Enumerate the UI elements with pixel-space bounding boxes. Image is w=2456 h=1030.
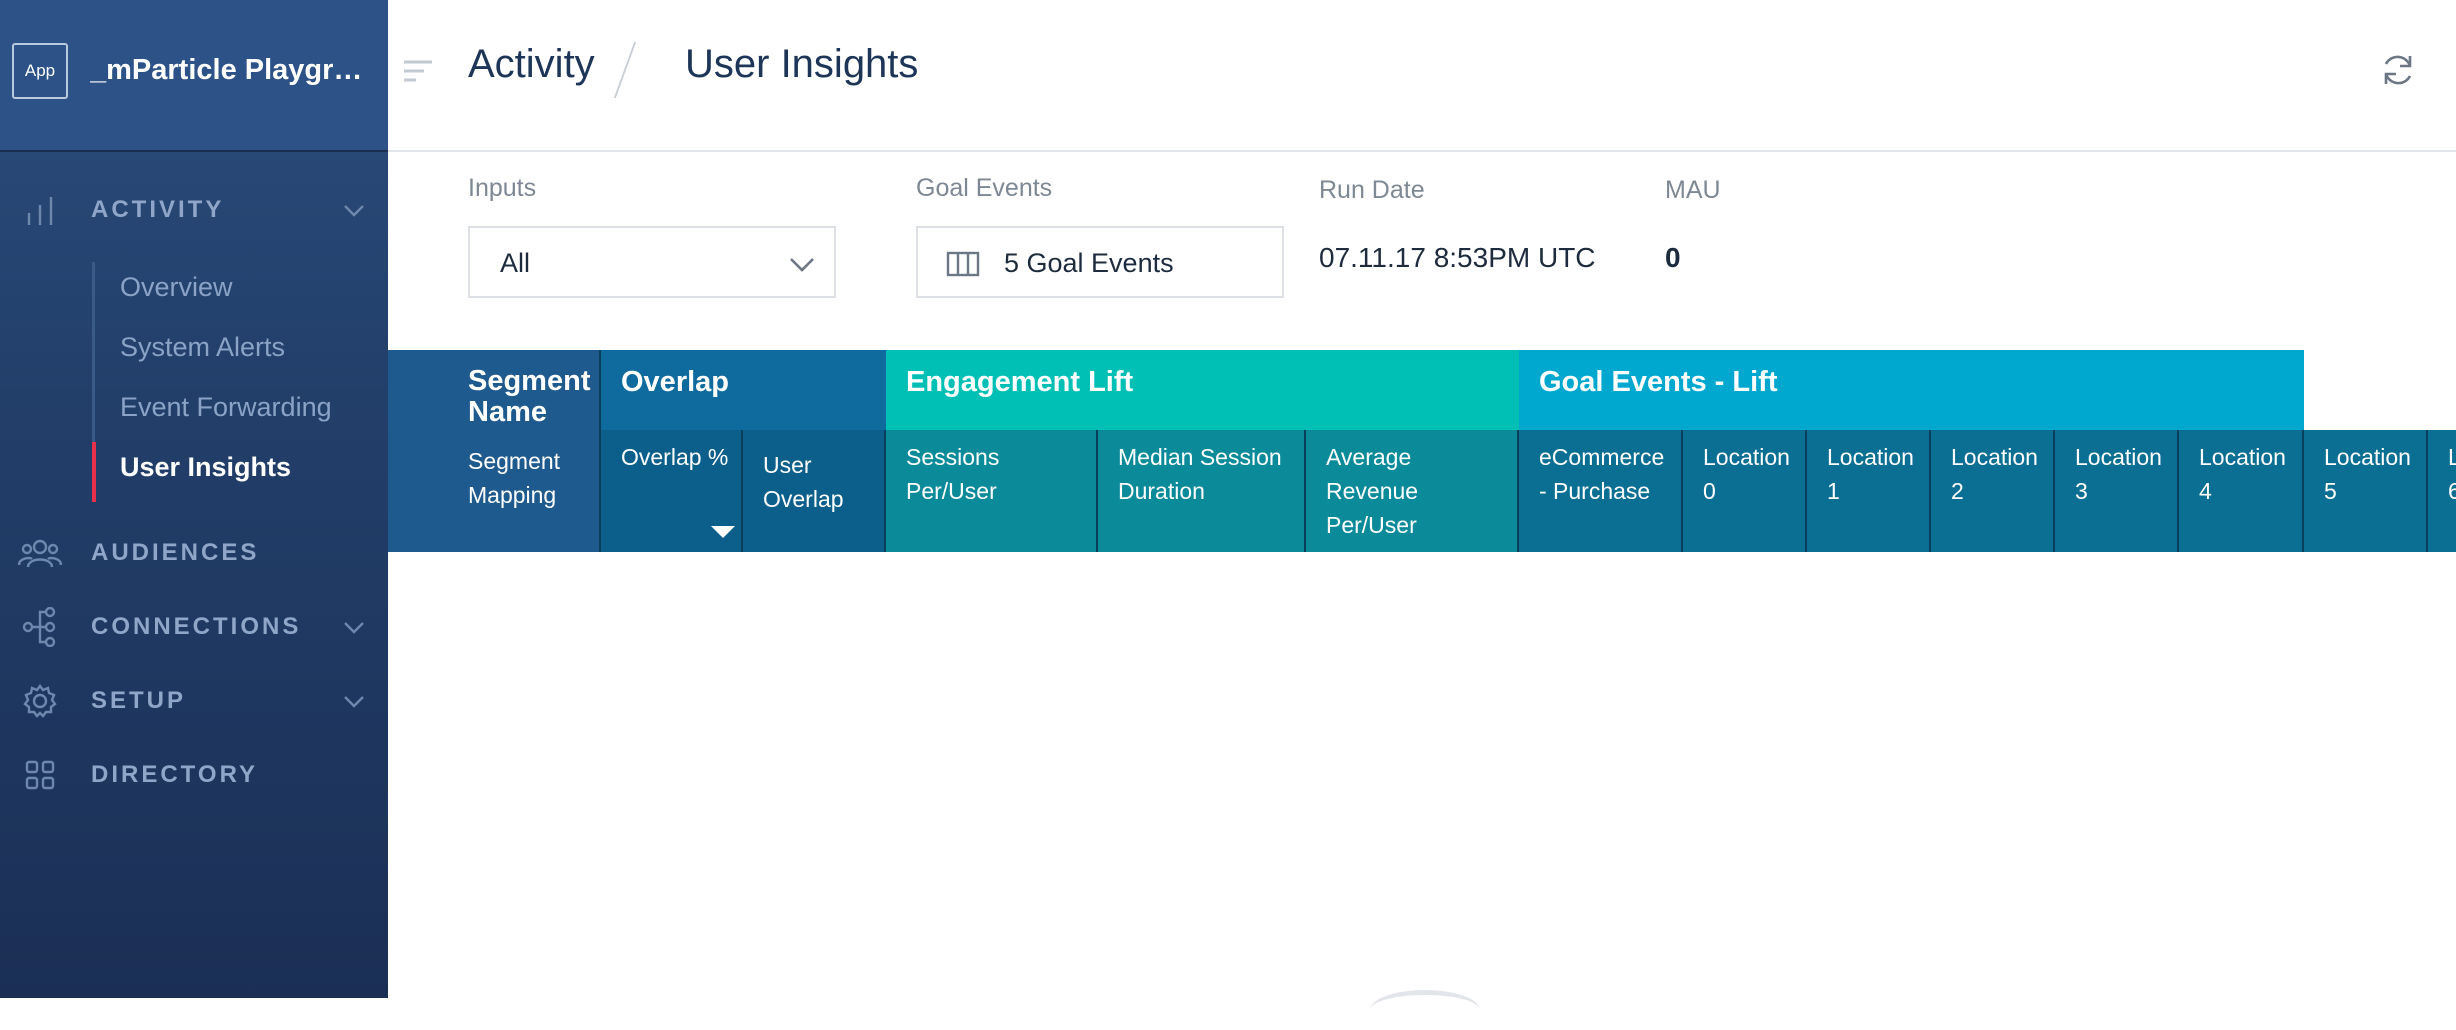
run-date-label: Run Date (1319, 176, 1425, 204)
goal-events-lift-group-header: Goal Events - Lift (1519, 350, 2304, 430)
breadcrumb-parent[interactable]: Activity (468, 42, 595, 87)
nav-label-connections: CONNECTIONS (91, 613, 302, 640)
goal-col-location-1[interactable]: Location 1 (1807, 430, 1931, 552)
connections-icon (18, 605, 62, 649)
workspace-name[interactable]: _mParticle Playgro... (90, 54, 370, 87)
average-revenue-per-user-header[interactable]: Average Revenue Per/User (1306, 430, 1519, 552)
nav-label-audiences: AUDIENCES (91, 539, 260, 566)
goal-col-location-6[interactable]: Location 6 (2428, 430, 2456, 552)
app-badge: App (12, 43, 68, 99)
goal-events-value: 5 Goal Events (1004, 248, 1174, 278)
sidebar: App _mParticle Playgro... ACTIVITY Overv… (0, 0, 388, 998)
inputs-select-value: All (500, 248, 531, 278)
mau-value: 0 (1665, 242, 1681, 273)
goal-events-button[interactable]: 5 Goal Events (916, 226, 1284, 298)
users-icon (18, 531, 62, 575)
sessions-per-user-header[interactable]: Sessions Per/User (886, 430, 1098, 552)
goal-col-ecommerce-purchase[interactable]: eCommerce - Purchase (1519, 430, 1683, 552)
nav-label-setup: SETUP (91, 687, 187, 714)
grid-icon (18, 753, 62, 797)
chevron-down-icon[interactable] (342, 615, 366, 639)
refresh-icon[interactable] (2380, 52, 2416, 88)
goal-col-location-3[interactable]: Location 3 (2055, 430, 2179, 552)
chevron-down-icon (788, 252, 816, 276)
sidebar-item-user-insights[interactable]: User Insights (120, 452, 291, 483)
active-indicator (92, 442, 96, 502)
nav-label-directory: DIRECTORY (91, 761, 259, 788)
inputs-select[interactable]: All (468, 226, 836, 298)
chevron-down-icon[interactable] (342, 689, 366, 713)
inputs-label: Inputs (468, 174, 537, 202)
goal-col-location-5[interactable]: Location 5 (2304, 430, 2428, 552)
nav-directory[interactable]: DIRECTORY (0, 745, 388, 805)
median-session-duration-header[interactable]: Median Session Duration (1098, 430, 1306, 552)
chevron-down-icon[interactable] (342, 198, 366, 222)
nav-setup[interactable]: SETUP (0, 671, 388, 731)
mau-label: MAU (1665, 176, 1721, 204)
user-overlap-header[interactable]: User Overlap (743, 430, 886, 552)
activity-subnav: Overview System Alerts Event Forwarding … (92, 262, 388, 502)
nav-activity[interactable]: ACTIVITY (0, 180, 388, 240)
sort-desc-icon[interactable] (711, 526, 735, 538)
top-bar: Activity User Insights (388, 0, 2456, 152)
sidebar-item-event-forwarding[interactable]: Event Forwarding (120, 392, 332, 423)
engagement-lift-group-header: Engagement Lift (886, 350, 1519, 430)
menu-icon[interactable] (402, 58, 434, 86)
goal-col-location-0[interactable]: Location 0 (1683, 430, 1807, 552)
nav-connections[interactable]: CONNECTIONS (0, 597, 388, 657)
overlap-percent-header[interactable]: Overlap % (601, 430, 743, 552)
page-title: User Insights (685, 42, 919, 86)
segment-mapping-header[interactable]: Segment Mapping (468, 444, 598, 512)
nav-audiences[interactable]: AUDIENCES (0, 523, 388, 583)
overlap-group-header: Overlap (601, 350, 886, 430)
sidebar-item-overview[interactable]: Overview (120, 272, 233, 303)
goal-col-location-2[interactable]: Location 2 (1931, 430, 2055, 552)
goal-events-label: Goal Events (916, 174, 1053, 202)
columns-icon (946, 250, 980, 278)
loading-spinner (1370, 990, 1480, 1030)
breadcrumb-separator (613, 42, 637, 98)
run-date-value: 07.11.17 8:53PM UTC (1319, 242, 1596, 273)
insights-table-header: Segment Name Segment Mapping Overlap Ove… (388, 350, 2456, 552)
bar-chart-icon (18, 188, 62, 232)
nav-label-activity: ACTIVITY (91, 196, 225, 223)
sidebar-item-system-alerts[interactable]: System Alerts (120, 332, 285, 363)
gear-icon (18, 679, 62, 723)
goal-col-location-4[interactable]: Location 4 (2179, 430, 2304, 552)
workspace-header[interactable]: App _mParticle Playgro... (0, 0, 388, 152)
